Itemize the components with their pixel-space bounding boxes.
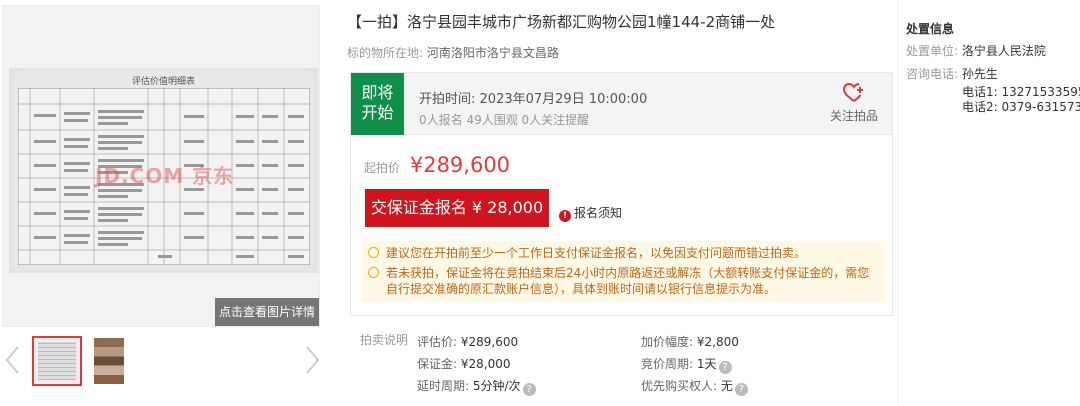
location-label: 标的物所在地: (347, 46, 424, 60)
tip-item: 建议您在开拍前至少一个工作日支付保证金报名，以免因支付问题而错过拍卖。 (368, 245, 879, 261)
extension-period-value: 5分钟/次 (472, 379, 521, 393)
bidding-period-label: 竞价周期: (641, 357, 694, 371)
start-time-label: 开拍时间: (419, 92, 476, 107)
status-badge-text: 即将开始 (361, 83, 394, 122)
deposit-value: ¥28,000 (460, 357, 511, 371)
tip-item: 若未获拍，保证金将在竞拍结束后24小时内原路返还或解冻（大额转账支付保证金的，需… (368, 265, 879, 297)
help-icon[interactable]: ? (734, 383, 748, 396)
thumbnail-1[interactable] (32, 336, 82, 386)
extension-period: 延时周期: 5分钟/次? (417, 375, 536, 397)
bid-increment-value: ¥2,800 (696, 335, 739, 349)
image-gallery: 评估价值明细表 JD.COM 京东 点击查看图片详情 (0, 0, 322, 406)
start-time-value: 2023年07月29日 10:00:00 (479, 92, 648, 107)
description-left-column: 评估价: ¥289,600 保证金: ¥28,000 延时周期: 5分钟/次? (417, 331, 536, 397)
location-value: 河南洛阳市洛宁县文昌路 (426, 46, 559, 60)
appraisal-price-value: ¥289,600 (460, 335, 519, 349)
view-image-detail-button[interactable]: 点击查看图片详情 (215, 298, 319, 326)
deposit-amount: 保证金: ¥28,000 (417, 353, 536, 375)
watermark: JD.COM 京东 (95, 164, 235, 188)
bidding-period-value: 1天 (696, 357, 717, 371)
description-right-column: 加价幅度: ¥2,800 竞价周期: 1天? 优先购买权人: 无? (641, 331, 748, 397)
start-time: 开拍时间: 2023年07月29日 10:00:00 (419, 88, 647, 107)
column-divider (897, 0, 898, 406)
auction-page: 评估价值明细表 JD.COM 京东 点击查看图片详情 【一拍】洛宁县园丰城市广场… (0, 0, 1080, 406)
tips-box: 建议您在开拍前至少一个工作日支付保证金报名，以免因支付问题而错过拍卖。 若未获拍… (362, 241, 885, 302)
item-location: 标的物所在地: 河南洛阳市洛宁县文昌路 (347, 44, 559, 61)
registration-notice-link[interactable]: ! 报名须知 (559, 204, 622, 222)
heart-plus-icon (843, 83, 863, 102)
participant-counts: 0人报名 49人围观 0人关注提醒 (419, 113, 590, 127)
bidding-period: 竞价周期: 1天? (641, 353, 748, 375)
main-image[interactable]: 评估价值明细表 JD.COM 京东 点击查看图片详情 (2, 5, 320, 327)
tip-text: 建议您在开拍前至少一个工作日支付保证金报名，以免因支付问题而错过拍卖。 (386, 246, 807, 260)
appraisal-price-label: 评估价: (417, 335, 458, 349)
bid-increment: 加价幅度: ¥2,800 (641, 331, 748, 353)
lightbulb-icon (368, 267, 379, 278)
bidding-panel: 即将开始 开拍时间: 2023年07月29日 10:00:00 0人报名 49人… (350, 72, 893, 316)
help-icon[interactable]: ? (718, 361, 732, 374)
registration-notice-label: 报名须知 (574, 206, 623, 220)
appraisal-document-photo: 评估价值明细表 JD.COM 京东 (9, 68, 318, 273)
chevron-right-icon[interactable] (305, 345, 321, 375)
thumbnail-2[interactable] (94, 338, 124, 384)
disposal-unit-value: 洛宁县人民法院 (961, 44, 1046, 58)
chevron-left-icon[interactable] (4, 345, 20, 375)
follow-label: 关注拍品 (829, 109, 878, 123)
help-icon[interactable]: ? (522, 383, 536, 396)
document-title: 评估价值明细表 (131, 77, 195, 87)
alert-icon: ! (559, 210, 571, 222)
contact-name: 孙先生 (961, 67, 998, 81)
start-price-label: 起拍价 (364, 161, 401, 175)
appraisal-price: 评估价: ¥289,600 (417, 331, 536, 353)
tip-text: 若未获拍，保证金将在竞拍结束后24小时内原路返还或解冻（大额转账支付保证金的，需… (386, 266, 870, 296)
status-badge: 即将开始 (351, 73, 404, 135)
status-bar: 即将开始 开拍时间: 2023年07月29日 10:00:00 0人报名 49人… (351, 73, 892, 135)
consult-phone: 咨询电话: 孙先生 (906, 65, 998, 82)
phone-1-value: 电话1: 13271533595 (962, 85, 1080, 99)
priority-buyer-label: 优先购买权人: (641, 379, 718, 393)
disposal-unit: 处置单位: 洛宁县人民法院 (906, 42, 1046, 59)
follow-item-button[interactable]: 关注拍品 (826, 83, 882, 124)
disposal-unit-label: 处置单位: (906, 44, 959, 58)
lightbulb-icon (368, 247, 379, 258)
extension-period-label: 延时周期: (417, 379, 470, 393)
phone-2-value: 电话2: 0379-63157333 (962, 100, 1080, 114)
auction-description-label: 拍卖说明 (360, 333, 409, 347)
auction-main: 【一拍】洛宁县园丰城市广场新都汇购物公园1幢144-2商铺一处 标的物所在地: … (347, 0, 897, 406)
disposal-info-title: 处置信息 (906, 22, 955, 36)
priority-buyer-value: 无 (720, 379, 733, 393)
deposit-label: 保证金: (417, 357, 458, 371)
start-price-value: ¥289,600 (409, 153, 511, 177)
bid-increment-label: 加价幅度: (641, 335, 694, 349)
item-title: 【一拍】洛宁县园丰城市广场新都汇购物公园1幢144-2商铺一处 (347, 13, 776, 31)
priority-buyer: 优先购买权人: 无? (641, 375, 748, 397)
pay-deposit-register-button[interactable]: 交保证金报名 ¥ 28,000 (365, 189, 549, 227)
consult-phone-label: 咨询电话: (906, 67, 959, 81)
phone-2: 电话2: 0379-63157333 (962, 98, 1080, 115)
start-price: 起拍价 ¥289,600 (364, 153, 510, 177)
